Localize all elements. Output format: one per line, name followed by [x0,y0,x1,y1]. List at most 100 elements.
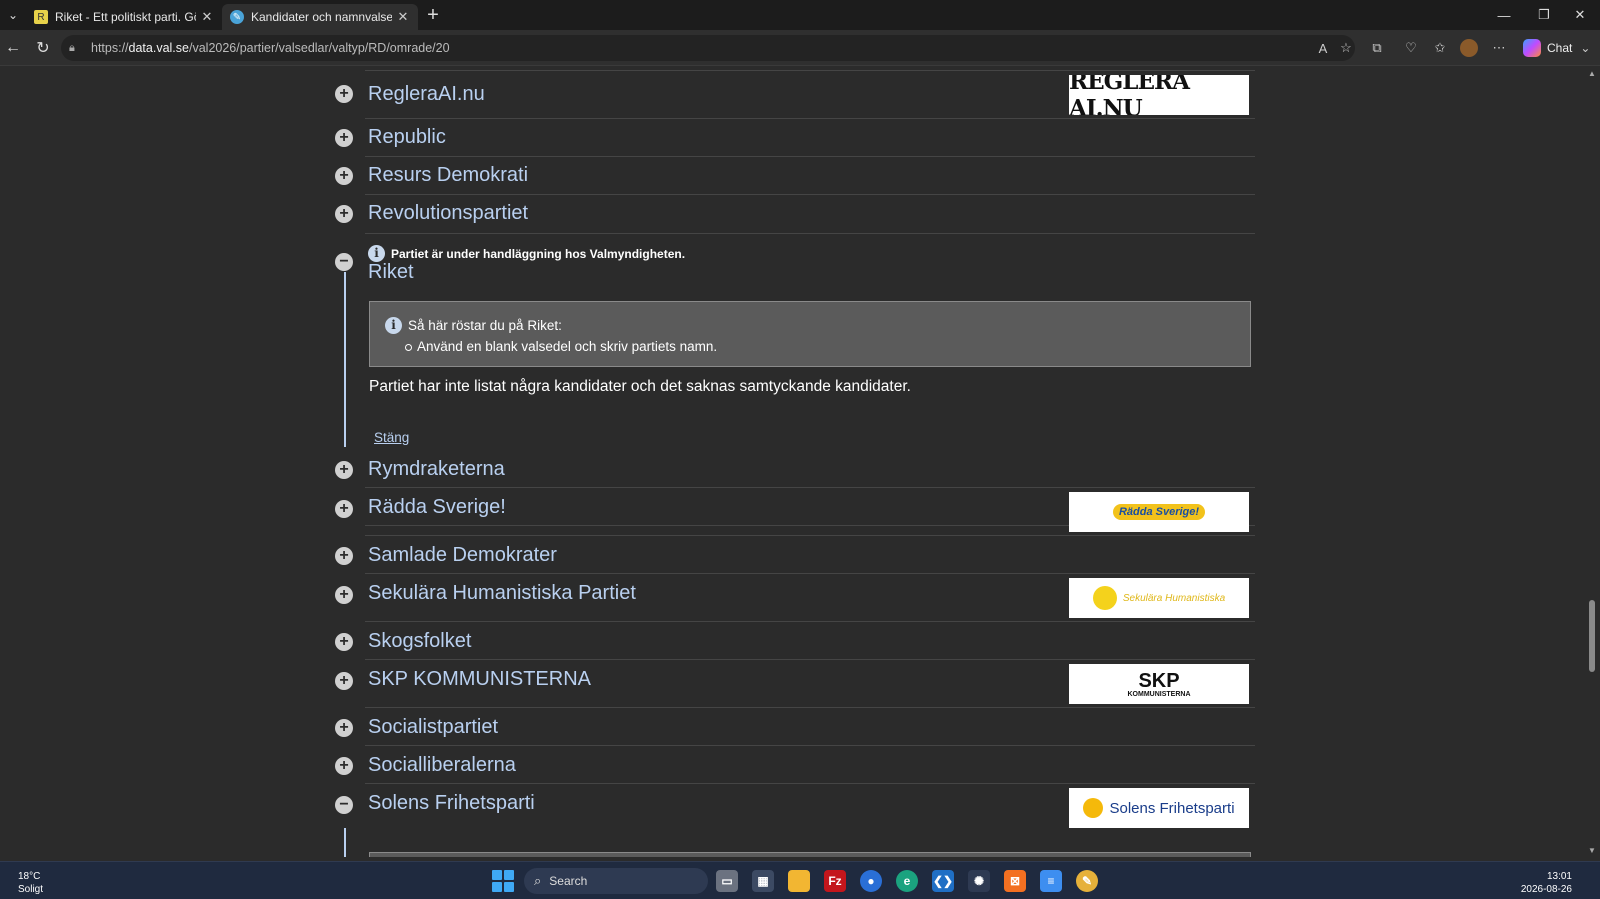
address-bar[interactable]: 🔒︎ https://data.val.se/val2026/partier/v… [61,35,1355,61]
tab-actions-menu-icon[interactable]: ⌄ [0,0,26,30]
clock-time: 13:01 [1546,871,1572,882]
expand-plus-icon[interactable]: + [335,633,353,651]
logo-text: SKP [1138,669,1180,692]
instructions-title-text: Så här röstar du på Riket: [408,318,562,333]
close-icon[interactable]: ✕ [396,9,410,25]
collapse-minus-icon[interactable]: − [335,796,353,814]
expand-plus-icon[interactable]: + [335,757,353,775]
file-explorer-icon[interactable] [788,870,810,892]
party-name[interactable]: Republic [368,126,446,149]
new-tab-button[interactable]: + [418,2,448,28]
party-row-solens-frihetsparti: − Solens Frihetsparti Solens Frihetspart… [335,784,1255,857]
expand-plus-icon[interactable]: + [335,719,353,737]
expand-plus-icon[interactable]: + [335,129,353,147]
party-row-socialliberalerna[interactable]: + Socialliberalerna [335,746,1255,784]
back-arrow-icon[interactable]: ← [2,37,24,59]
party-row-rymdraketerna[interactable]: + Rymdraketerna [335,450,1255,488]
expand-plus-icon[interactable]: + [335,547,353,565]
task-view-icon[interactable]: ▭ [716,870,738,892]
party-name[interactable]: RegleraAI.nu [368,83,485,106]
party-logo: SKP KOMMUNISTERNA [1069,664,1249,704]
scroll-up-icon[interactable]: ▲ [1588,69,1596,78]
favorites-list-icon[interactable]: ✩ [1431,39,1449,57]
page-scrollbar[interactable]: ▲ ▼ [1586,67,1600,857]
party-row-regleraai[interactable]: + RegleraAI.nu REGLERA AI.NU [335,71,1255,119]
notepad-icon[interactable]: ≡ [1040,870,1062,892]
clock-date: 2026-08-26 [1520,884,1572,895]
refresh-icon[interactable]: ↻ [32,37,54,59]
extensions-icon[interactable]: ⧉ [1368,39,1386,57]
expand-plus-icon[interactable]: + [335,672,353,690]
close-icon[interactable]: ✕ [200,9,214,25]
copilot-chat-button[interactable]: Chat ⌄ [1523,38,1590,58]
expanded-indicator-line [344,272,346,447]
thunderbird-icon[interactable]: ● [860,870,882,892]
info-icon: i [385,317,402,334]
party-name[interactable]: Rädda Sverige! [368,496,506,519]
taskbar-search[interactable]: ⌕ Search [524,868,708,894]
party-name[interactable]: Solens Frihetsparti [368,792,535,815]
more-options-icon[interactable]: ⋯ [1490,39,1508,57]
weather-widget[interactable]: 18°C Soligt [18,870,43,896]
party-row-republic[interactable]: + Republic [335,119,1255,157]
chevron-down-icon: ⌄ [1580,41,1591,55]
edge-browser-icon[interactable]: e [896,870,918,892]
chat-label: Chat [1547,41,1573,55]
xampp-icon[interactable]: ⊠ [1004,870,1026,892]
party-name[interactable]: Riket [368,261,414,284]
profile-avatar[interactable] [1460,39,1478,57]
collapse-minus-icon[interactable]: − [335,253,353,271]
party-name[interactable]: Socialistpartiet [368,716,498,739]
copilot-icon [1523,39,1541,57]
url-prefix: https:// [91,41,129,55]
chatgpt-icon[interactable]: ✺ [968,870,990,892]
party-row-revolutionspartiet[interactable]: + Revolutionspartiet [335,195,1255,234]
party-logo: Sekulära Humanistiska [1069,578,1249,618]
expand-plus-icon[interactable]: + [335,586,353,604]
party-row-sekulara-humanistiska[interactable]: + Sekulära Humanistiska Partiet Sekulära… [335,574,1255,622]
party-row-samlade-demokrater[interactable]: + Samlade Demokrater [335,536,1255,574]
scroll-down-icon[interactable]: ▼ [1588,846,1596,855]
minimize-icon[interactable]: — [1484,0,1524,30]
restore-icon[interactable]: ❐ [1524,0,1564,30]
vscode-icon[interactable]: ❮❯ [932,870,954,892]
close-window-icon[interactable]: ✕ [1560,0,1600,30]
party-row-resurs-demokrati[interactable]: + Resurs Demokrati [335,157,1255,195]
party-name[interactable]: Revolutionspartiet [368,202,528,225]
party-row-socialistpartiet[interactable]: + Socialistpartiet [335,708,1255,746]
riket-favicon-icon: R [34,10,48,24]
party-row-skogsfolket[interactable]: + Skogsfolket [335,622,1255,660]
expand-plus-icon[interactable]: + [335,85,353,103]
translate-icon[interactable]: A [1314,39,1332,57]
expand-plus-icon[interactable]: + [335,167,353,185]
tab-riket[interactable]: R Riket - Ett politiskt parti. Gör Sveri… [26,4,222,30]
party-name[interactable]: Samlade Demokrater [368,544,557,567]
filezilla-icon[interactable]: Fz [824,870,846,892]
paint-icon[interactable]: ✎ [1076,870,1098,892]
voting-instructions-box: i Så här röstar du på Riket: Använd en b… [369,301,1251,367]
expand-plus-icon[interactable]: + [335,461,353,479]
windows-start-icon[interactable] [492,870,514,892]
system-clock[interactable]: 13:01 2026-08-26 [1521,870,1572,896]
logo-subtext: KOMMUNISTERNA [1127,690,1191,698]
party-name[interactable]: SKP KOMMUNISTERNA [368,668,591,691]
close-link[interactable]: Stäng [374,430,409,445]
party-name[interactable]: Socialliberalerna [368,754,516,777]
party-name[interactable]: Skogsfolket [368,630,471,653]
party-row-skp-kommunisterna[interactable]: + SKP KOMMUNISTERNA SKP KOMMUNISTERNA [335,660,1255,708]
favorite-star-icon[interactable]: ☆ [1337,39,1355,57]
party-name[interactable]: Rymdraketerna [368,458,505,481]
expand-plus-icon[interactable]: + [335,500,353,518]
url-host: data.val.se [128,41,189,55]
weather-condition: Soligt [18,884,44,895]
weather-temp: 18°C [18,871,41,882]
tab-label: Kandidater och namnvalsedlar | Va [251,10,392,24]
party-row-radda-sverige[interactable]: + Rädda Sverige! Rädda Sverige! [335,488,1255,536]
scrollbar-thumb[interactable] [1589,600,1595,672]
party-name[interactable]: Sekulära Humanistiska Partiet [368,582,636,605]
calculator-icon[interactable]: ▦ [752,870,774,892]
tab-kandidater[interactable]: ✎ Kandidater och namnvalsedlar | Va ✕ [222,4,418,30]
browser-essentials-icon[interactable]: ♡ [1402,39,1420,57]
expand-plus-icon[interactable]: + [335,205,353,223]
party-name[interactable]: Resurs Demokrati [368,164,528,187]
